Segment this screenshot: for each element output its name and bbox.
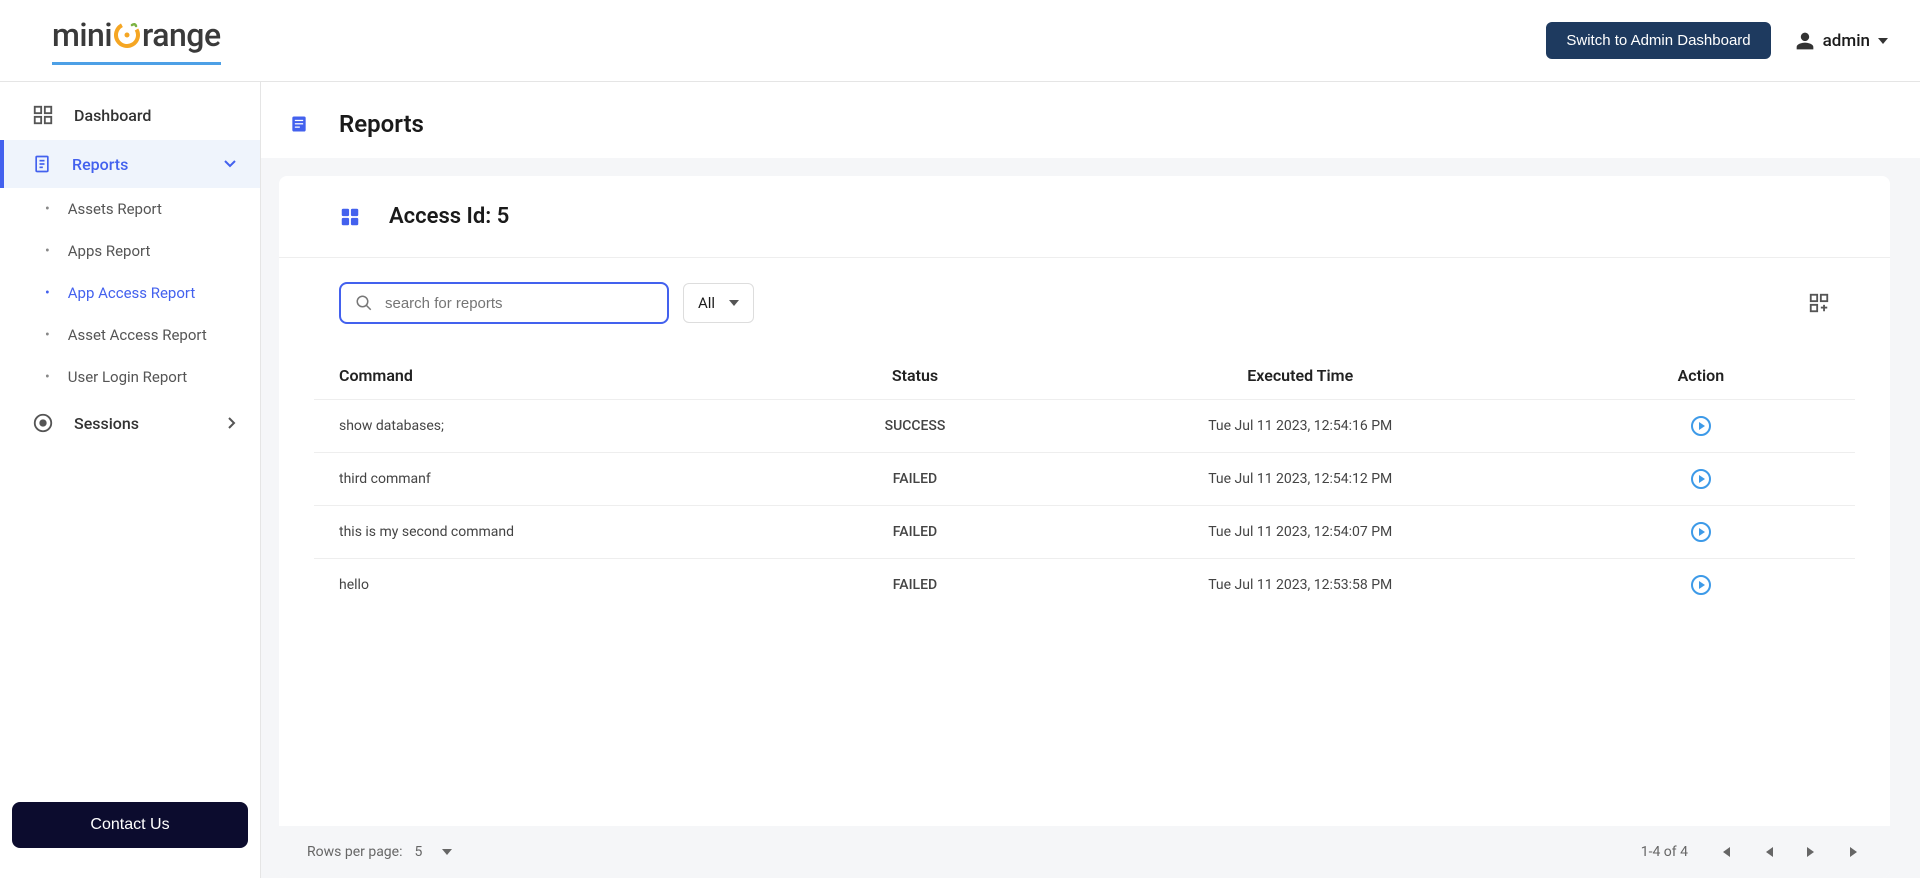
main-content: Reports Access Id: 5 <box>261 82 1920 878</box>
subnav-label: Asset Access Report <box>68 326 207 344</box>
table-row: helloFAILEDTue Jul 11 2023, 12:53:58 PM <box>314 559 1855 612</box>
subnav-label: App Access Report <box>68 284 196 302</box>
subnav-asset-access-report[interactable]: Asset Access Report <box>0 314 260 356</box>
table-row: third commanfFAILEDTue Jul 11 2023, 12:5… <box>314 453 1855 506</box>
grid-view-toggle[interactable] <box>1808 292 1830 314</box>
toolbar: All <box>279 258 1890 336</box>
logo-text-mini: mini <box>52 16 112 54</box>
card-header: Access Id: 5 <box>279 176 1890 258</box>
grid-icon <box>339 206 361 228</box>
sidebar-sessions-label: Sessions <box>74 414 139 433</box>
cell-action <box>1547 506 1855 559</box>
rows-per-page: Rows per page: 5 <box>307 844 452 860</box>
sidebar-item-sessions[interactable]: Sessions <box>0 398 260 448</box>
cell-action <box>1547 559 1855 612</box>
page-header: Reports <box>261 82 1920 158</box>
pager <box>1718 845 1862 859</box>
user-name-label: admin <box>1823 31 1870 51</box>
table-row: show databases;SUCCESSTue Jul 11 2023, 1… <box>314 400 1855 453</box>
header-bar: mini range Switch to Admin Dashboard adm… <box>0 0 1920 82</box>
th-time: Executed Time <box>1054 352 1547 400</box>
table-row: this is my second commandFAILEDTue Jul 1… <box>314 506 1855 559</box>
header-right: Switch to Admin Dashboard admin <box>1546 22 1888 59</box>
caret-down-icon <box>1878 38 1888 44</box>
subnav-app-access-report[interactable]: App Access Report <box>0 272 260 314</box>
cell-time: Tue Jul 11 2023, 12:54:07 PM <box>1054 506 1547 559</box>
page-title: Reports <box>339 110 424 138</box>
subnav-assets-report[interactable]: Assets Report <box>0 188 260 230</box>
play-icon[interactable] <box>1691 469 1711 489</box>
content-area: Access Id: 5 All <box>261 158 1920 878</box>
play-icon[interactable] <box>1691 575 1711 595</box>
page-header-icon <box>289 114 309 134</box>
search-input[interactable] <box>385 295 653 312</box>
play-icon[interactable] <box>1691 416 1711 436</box>
contact-us-button[interactable]: Contact Us <box>12 802 248 848</box>
cell-time: Tue Jul 11 2023, 12:54:12 PM <box>1054 453 1547 506</box>
sessions-icon <box>32 412 54 434</box>
page-first-icon[interactable] <box>1718 845 1732 859</box>
chevron-down-icon <box>224 160 236 168</box>
subnav-user-login-report[interactable]: User Login Report <box>0 356 260 398</box>
cell-time: Tue Jul 11 2023, 12:53:58 PM <box>1054 559 1547 612</box>
page-prev-icon[interactable] <box>1764 845 1774 859</box>
sidebar-item-dashboard[interactable]: Dashboard <box>0 90 260 140</box>
sidebar-dashboard-label: Dashboard <box>74 106 151 125</box>
search-icon <box>355 294 373 312</box>
rpp-value: 5 <box>414 844 422 860</box>
filter-value: All <box>698 294 715 312</box>
page-last-icon[interactable] <box>1848 845 1862 859</box>
orange-g-icon <box>112 20 142 50</box>
dashboard-icon <box>32 104 54 126</box>
rpp-select[interactable]: 5 <box>414 844 452 860</box>
report-table: Command Status Executed Time Action show… <box>314 352 1855 611</box>
cell-status: FAILED <box>776 559 1053 612</box>
play-icon[interactable] <box>1691 522 1711 542</box>
logo[interactable]: mini range <box>52 16 221 65</box>
sidebar-item-reports[interactable]: Reports <box>0 140 260 188</box>
cell-command: third commanf <box>314 453 776 506</box>
chevron-right-icon <box>228 417 236 429</box>
th-status: Status <box>776 352 1053 400</box>
user-menu[interactable]: admin <box>1795 31 1888 51</box>
page-next-icon[interactable] <box>1806 845 1816 859</box>
sidebar-reports-label: Reports <box>72 155 128 174</box>
cell-command: show databases; <box>314 400 776 453</box>
reports-submenu: Assets Report Apps Report App Access Rep… <box>0 188 260 398</box>
cell-status: SUCCESS <box>776 400 1053 453</box>
rpp-label: Rows per page: <box>307 844 402 860</box>
subnav-label: Apps Report <box>68 242 151 260</box>
user-icon <box>1795 31 1815 51</box>
table-footer: Rows per page: 5 1-4 of 4 <box>279 826 1890 878</box>
subnav-apps-report[interactable]: Apps Report <box>0 230 260 272</box>
reports-icon <box>32 154 52 174</box>
report-card: Access Id: 5 All <box>279 176 1890 878</box>
caret-down-icon <box>729 300 739 306</box>
cell-command: hello <box>314 559 776 612</box>
cell-status: FAILED <box>776 506 1053 559</box>
th-action: Action <box>1547 352 1855 400</box>
cell-action <box>1547 453 1855 506</box>
switch-admin-button[interactable]: Switch to Admin Dashboard <box>1546 22 1770 59</box>
card-title: Access Id: 5 <box>389 204 509 229</box>
th-command: Command <box>314 352 776 400</box>
subnav-label: User Login Report <box>68 368 187 386</box>
search-box[interactable] <box>339 282 669 324</box>
filter-select[interactable]: All <box>683 283 754 323</box>
cell-time: Tue Jul 11 2023, 12:54:16 PM <box>1054 400 1547 453</box>
cell-status: FAILED <box>776 453 1053 506</box>
cell-action <box>1547 400 1855 453</box>
logo-text-range: range <box>142 16 221 54</box>
caret-down-icon <box>442 849 452 855</box>
subnav-label: Assets Report <box>68 200 162 218</box>
sidebar: Dashboard Reports Assets Report Apps Rep… <box>0 82 261 878</box>
page-info: 1-4 of 4 <box>1641 844 1688 860</box>
cell-command: this is my second command <box>314 506 776 559</box>
